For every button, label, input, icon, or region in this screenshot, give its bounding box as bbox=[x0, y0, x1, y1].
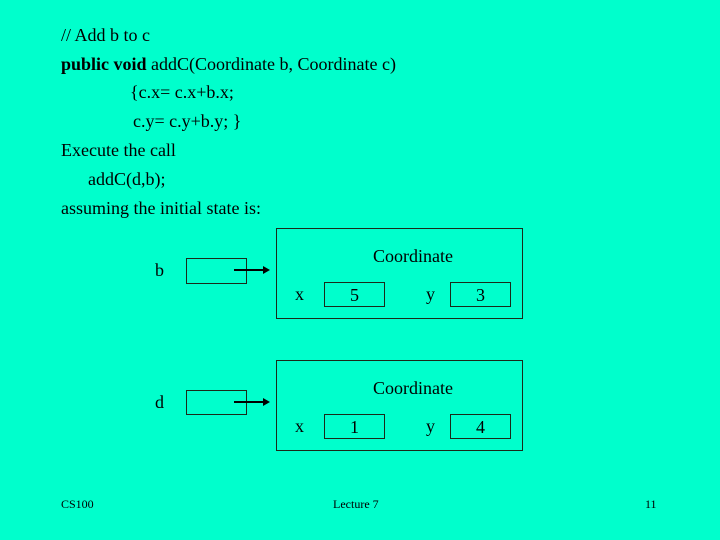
variable-label: d bbox=[155, 392, 164, 412]
class-name: Coordinate bbox=[373, 378, 453, 398]
signature-keywords: public void bbox=[61, 54, 147, 74]
footer-course: CS100 bbox=[61, 497, 94, 511]
field-value-x: 1 bbox=[350, 417, 359, 437]
reference-arrow bbox=[234, 398, 270, 406]
field-value-x: 5 bbox=[350, 285, 359, 305]
method-body-line-2: c.y= c.y+b.y; } bbox=[133, 111, 242, 131]
execute-label: Execute the call bbox=[61, 140, 176, 160]
field-name-x: x bbox=[295, 284, 304, 304]
signature-rest: addC(Coordinate b, Coordinate c) bbox=[146, 54, 396, 74]
method-signature: public void addC(Coordinate b, Coordinat… bbox=[61, 53, 396, 75]
assumption-text: assuming the initial state is: bbox=[61, 198, 261, 218]
field-name-x: x bbox=[295, 416, 304, 436]
call-statement: addC(d,b); bbox=[88, 169, 166, 189]
footer-page-number: 11 bbox=[645, 497, 657, 511]
footer-lecture: Lecture 7 bbox=[333, 497, 379, 511]
reference-arrow bbox=[234, 266, 270, 274]
field-value-y: 4 bbox=[476, 417, 485, 437]
reference-box bbox=[186, 258, 247, 284]
variable-label: b bbox=[155, 260, 164, 280]
field-name-y: y bbox=[426, 284, 435, 304]
code-comment: // Add b to c bbox=[61, 25, 150, 45]
class-name: Coordinate bbox=[373, 246, 453, 266]
field-value-y: 3 bbox=[476, 285, 485, 305]
method-body-line-1: {c.x= c.x+b.x; bbox=[130, 82, 234, 102]
field-name-y: y bbox=[426, 416, 435, 436]
